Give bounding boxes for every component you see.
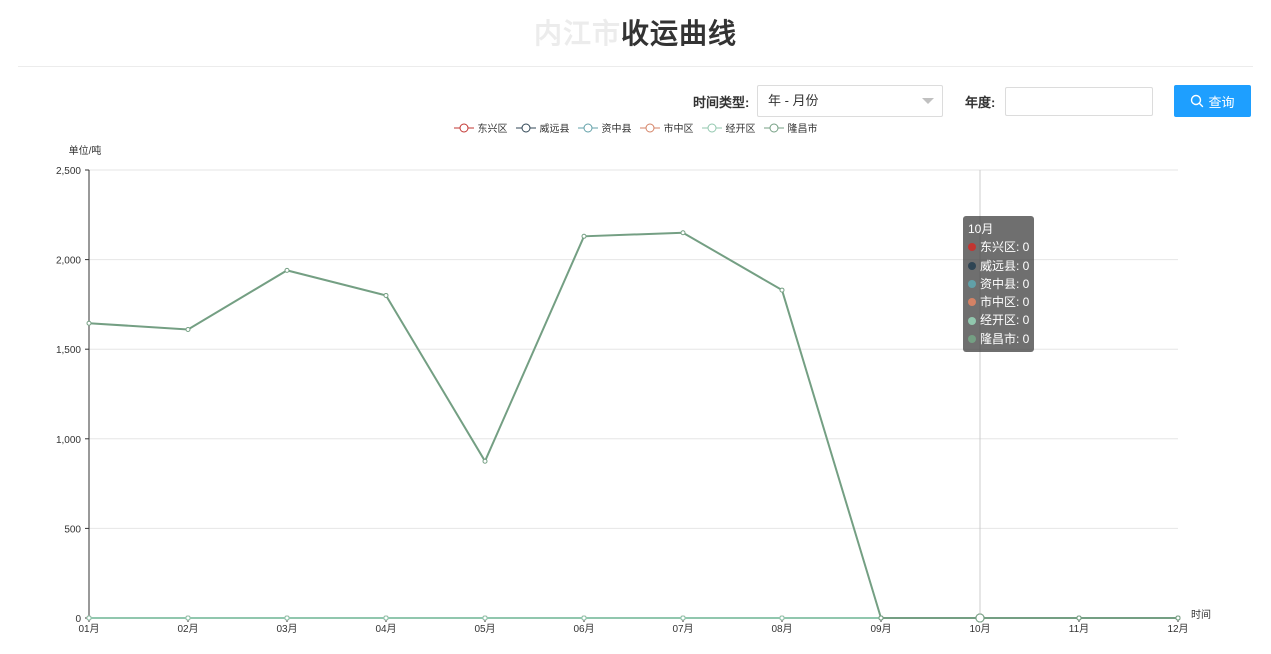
y-tick-label: 2,500	[56, 166, 81, 177]
y-tick-label: 1,000	[56, 435, 81, 446]
data-point	[975, 613, 985, 623]
x-axis-title: 时间	[1191, 608, 1211, 621]
tooltip-row-text: 威远县: 0	[980, 258, 1030, 273]
tooltip-title: 10月	[968, 222, 994, 236]
tooltip-dot	[968, 298, 976, 307]
x-tick-label: 05月	[474, 623, 495, 635]
tooltip-dot	[968, 243, 976, 252]
tooltip-row-text: 东兴区: 0	[980, 240, 1030, 255]
x-tick-label: 03月	[276, 623, 297, 635]
y-tick-label: 500	[64, 524, 81, 535]
data-point	[1076, 615, 1082, 621]
data-point	[383, 615, 389, 621]
chart-tooltip: 10月 东兴区: 0 威远县: 0 资中县: 0 市中区: 0 经开区: 0 隆昌市: 0	[963, 216, 1035, 353]
data-point	[680, 615, 686, 621]
data-point	[581, 615, 587, 621]
tooltip-dot	[968, 280, 976, 289]
data-point	[284, 267, 290, 273]
y-axis-title: 单位/吨	[69, 144, 102, 157]
data-point	[86, 320, 92, 326]
tooltip-row: 威远县: 0	[968, 257, 1029, 275]
data-point	[779, 287, 785, 293]
data-point	[284, 615, 290, 621]
y-tick-label: 2,000	[56, 256, 81, 267]
data-point	[878, 615, 884, 621]
data-point	[581, 233, 587, 239]
data-point	[779, 615, 785, 621]
tooltip-row-text: 隆昌市: 0	[980, 331, 1030, 346]
data-point	[383, 292, 389, 298]
data-point	[185, 615, 191, 621]
x-tick-label: 01月	[78, 623, 99, 635]
tooltip-row: 东兴区: 0	[968, 238, 1029, 256]
y-tick-label: 1,500	[56, 345, 81, 356]
x-tick-label: 06月	[573, 623, 594, 635]
data-point	[482, 615, 488, 621]
data-point	[1175, 615, 1181, 621]
tooltip-dot	[968, 261, 976, 270]
line-chart: 05001,0001,5002,0002,500单位/吨时间01月 02月 03月 0…	[56, 144, 1211, 635]
x-tick-label: 02月	[177, 623, 198, 635]
tooltip-row: 经开区: 0	[968, 311, 1029, 329]
data-point	[86, 615, 92, 621]
x-tick-label: 07月	[672, 623, 693, 635]
x-tick-label: 04月	[375, 623, 396, 635]
tooltip-row: 市中区: 0	[968, 293, 1029, 311]
tooltip-row-text: 经开区: 0	[980, 313, 1030, 328]
data-point	[185, 326, 191, 332]
tooltip-row: 隆昌市: 0	[968, 330, 1029, 348]
x-tick-label: 09月	[870, 623, 891, 635]
x-tick-label: 11月	[1069, 623, 1089, 635]
tooltip-dot	[968, 316, 976, 325]
tooltip-row-text: 资中县: 0	[980, 276, 1030, 291]
tooltip-row: 资中县: 0	[968, 275, 1029, 293]
x-tick-label: 08月	[771, 623, 792, 635]
x-tick-label: 12月	[1167, 623, 1188, 635]
data-point	[482, 458, 488, 464]
tooltip-dot	[968, 334, 976, 343]
x-tick-label: 10月	[969, 623, 990, 635]
tooltip-row-text: 市中区: 0	[980, 295, 1030, 310]
data-point	[680, 230, 686, 236]
